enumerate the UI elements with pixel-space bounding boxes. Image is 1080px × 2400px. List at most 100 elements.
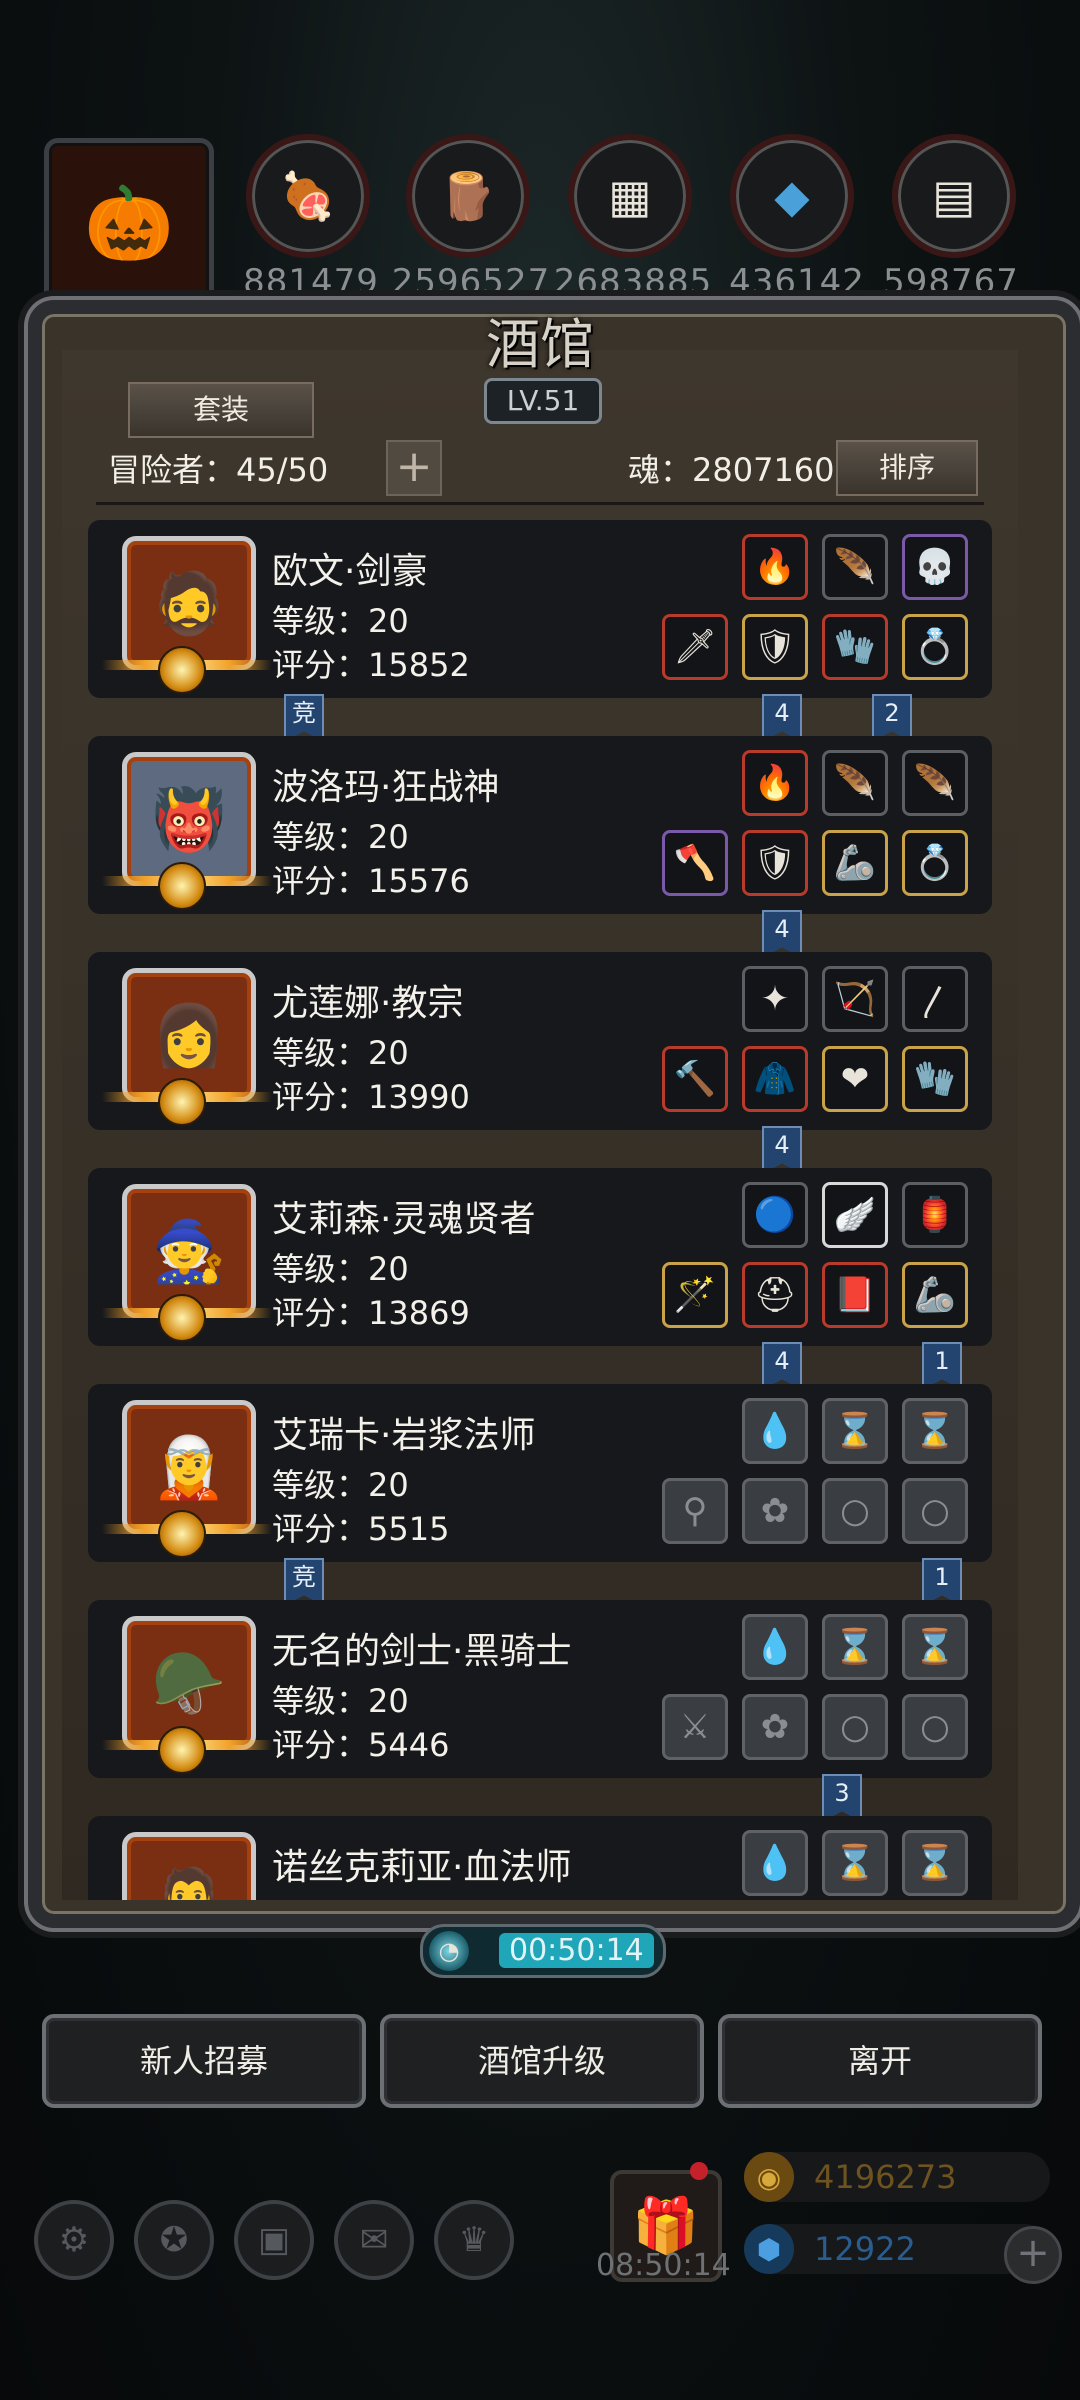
tavern-level-badge: LV.51 <box>484 378 602 424</box>
set-count-ribbon: 4 <box>762 1342 802 1390</box>
compass-icon[interactable]: ✪ <box>134 2200 214 2280</box>
leave-button[interactable]: 离开 <box>718 2014 1042 2108</box>
hammer-icon[interactable]: 🔨 <box>662 1046 728 1112</box>
empty-hourglass-slot-icon[interactable]: ⌛ <box>902 1830 968 1896</box>
hero-list[interactable]: 🧔 欧文·剑豪 等级：20 评分：15852 🔥 🪶 💀 🗡 🛡 🧤 💍 竞 4… <box>88 520 992 1900</box>
gold-value: 4196273 <box>814 2158 957 2196</box>
hero-card[interactable]: 🪖 无名的剑士·黑骑士 等级：20 评分：5446 💧 ⌛ ⌛ ⚔ ✿ ○ ○ <box>88 1600 992 1778</box>
bag-icon[interactable]: ▣ <box>234 2200 314 2280</box>
sword-icon[interactable]: 🗡 <box>662 614 728 680</box>
flame-rune-icon[interactable]: 🔥 <box>742 534 808 600</box>
gold-counter: ◉ 4196273 <box>744 2152 1050 2202</box>
set-count-ribbon: 4 <box>762 694 802 742</box>
feather-icon[interactable]: 🪶 <box>822 534 888 600</box>
gold-coin-icon: ◉ <box>744 2152 794 2202</box>
set-count-ribbon: 1 <box>922 1342 962 1390</box>
empty-armor-slot-icon[interactable]: ✿ <box>742 1694 808 1760</box>
heart-amulet-icon[interactable]: ❤ <box>822 1046 888 1112</box>
hero-name: 诺丝克莉亚·血法师 <box>272 1847 572 1888</box>
armor-icon[interactable]: 🛡 <box>742 614 808 680</box>
hero-score: 评分：5515 <box>272 1510 450 1548</box>
sort-button[interactable]: 排序 <box>836 440 978 496</box>
hero-card[interactable]: 🧙 艾莉森·灵魂贤者 等级：20 评分：13869 🔵 🪽 🏮 🪄 ⛑ 📕 🦾 <box>88 1168 992 1346</box>
tavern-upgrade-button[interactable]: 酒馆升级 <box>380 2014 704 2108</box>
feather-icon[interactable]: 🪶 <box>902 750 968 816</box>
resource-wood: 🪵 <box>406 134 530 258</box>
blue-gem-icon: ⬢ <box>744 2224 794 2274</box>
staff-icon[interactable]: 🪄 <box>662 1262 728 1328</box>
blue-orb-icon[interactable]: 🔵 <box>742 1182 808 1248</box>
soul-counter: 魂：2807160 <box>628 451 835 489</box>
resource-iron-value: 598767 <box>883 262 1019 302</box>
empty-armor-slot-icon[interactable]: ✿ <box>742 1478 808 1544</box>
recruit-button[interactable]: 新人招募 <box>42 2014 366 2108</box>
hero-name: 艾莉森·灵魂贤者 <box>272 1199 536 1240</box>
empty-hourglass-slot-icon[interactable]: ⌛ <box>822 1614 888 1680</box>
gauntlet-icon[interactable]: 🧤 <box>902 1046 968 1112</box>
empty-hourglass-slot-icon[interactable]: ⌛ <box>822 1398 888 1464</box>
rank-gem-icon <box>158 1078 206 1126</box>
green-rune-icon[interactable]: ✦ <box>742 966 808 1032</box>
hero-card[interactable]: 👹 波洛玛·狂战神 等级：20 评分：15576 🔥 🪶 🪶 🪓 🛡 🦾 💍 <box>88 736 992 914</box>
hero-card[interactable]: 👩 尤莲娜·教宗 等级：20 评分：13990 ✦ 🏹 〳 🔨 🧥 ❤ 🧤 <box>88 952 992 1130</box>
empty-hourglass-slot-icon[interactable]: ⌛ <box>822 1830 888 1896</box>
hero-level: 等级：20 <box>272 1466 409 1504</box>
suit-button[interactable]: 套装 <box>128 382 314 438</box>
set-count-ribbon: 1 <box>922 1558 962 1606</box>
player-portrait[interactable]: 🎃 <box>44 138 214 308</box>
rank-gem-icon <box>158 1726 206 1774</box>
empty-rune-slot-icon[interactable]: 💧 <box>742 1398 808 1464</box>
hero-level: 等级：20 <box>272 818 409 856</box>
resource-crystal-value: 436142 <box>729 262 865 302</box>
bow-icon[interactable]: 🏹 <box>822 966 888 1032</box>
trophy-icon[interactable]: ♛ <box>434 2200 514 2280</box>
hero-score: 评分：13990 <box>272 1078 470 1116</box>
blade-icon[interactable]: 〳 <box>902 966 968 1032</box>
empty-ring-slot-icon[interactable]: ○ <box>822 1478 888 1544</box>
tome-icon[interactable]: 📕 <box>822 1262 888 1328</box>
hero-card[interactable]: 🧔 欧文·剑豪 等级：20 评分：15852 🔥 🪶 💀 🗡 🛡 🧤 💍 <box>88 520 992 698</box>
hero-name: 尤莲娜·教宗 <box>272 983 464 1024</box>
gear-icon[interactable]: ⚙ <box>34 2200 114 2280</box>
flame-rune-icon[interactable]: 🔥 <box>742 750 808 816</box>
tavern-timer: ◔ 00:50:14 <box>420 1924 666 1978</box>
bracer-icon[interactable]: 🦾 <box>822 830 888 896</box>
hero-score: 评分：5446 <box>272 1726 450 1764</box>
empty-sword-slot-icon[interactable]: ⚔ <box>662 1694 728 1760</box>
crystal-icon: ◆ <box>730 134 854 258</box>
add-currency-button[interactable]: + <box>1004 2226 1062 2284</box>
feather-icon[interactable]: 🪶 <box>822 750 888 816</box>
ring-icon[interactable]: 💍 <box>902 830 968 896</box>
axe-icon[interactable]: 🪓 <box>662 830 728 896</box>
empty-ring-slot-icon[interactable]: ○ <box>902 1694 968 1760</box>
add-slot-button[interactable]: + <box>386 440 442 496</box>
rank-gem-icon <box>158 1510 206 1558</box>
armor-icon[interactable]: 🛡 <box>742 830 808 896</box>
empty-hourglass-slot-icon[interactable]: ⌛ <box>902 1398 968 1464</box>
resource-iron: ▤ <box>892 134 1016 258</box>
skull-orb-icon[interactable]: 💀 <box>902 534 968 600</box>
hero-name: 无名的剑士·黑骑士 <box>272 1631 572 1672</box>
bracer-icon[interactable]: 🦾 <box>902 1262 968 1328</box>
empty-rune-slot-icon[interactable]: 💧 <box>742 1830 808 1896</box>
clock-icon: ◔ <box>429 1931 469 1971</box>
lantern-icon[interactable]: 🏮 <box>902 1182 968 1248</box>
helmet-icon[interactable]: ⛑ <box>742 1262 808 1328</box>
hero-card[interactable]: 🧛 诺丝克莉亚·血法师 💧 ⌛ ⌛ <box>88 1816 992 1900</box>
hero-level: 等级：20 <box>272 602 409 640</box>
set-count-ribbon: 3 <box>822 1774 862 1822</box>
empty-rune-slot-icon[interactable]: 💧 <box>742 1614 808 1680</box>
mail-icon[interactable]: ✉ <box>334 2200 414 2280</box>
wing-icon[interactable]: 🪽 <box>822 1182 888 1248</box>
empty-hourglass-slot-icon[interactable]: ⌛ <box>902 1614 968 1680</box>
empty-staff-slot-icon[interactable]: ⚲ <box>662 1478 728 1544</box>
stone-icon: ▦ <box>568 134 692 258</box>
glove-icon[interactable]: 🧤 <box>822 614 888 680</box>
ring-icon[interactable]: 💍 <box>902 614 968 680</box>
empty-ring-slot-icon[interactable]: ○ <box>822 1694 888 1760</box>
hero-avatar: 🧛 <box>122 1832 256 1900</box>
empty-ring-slot-icon[interactable]: ○ <box>902 1478 968 1544</box>
robe-icon[interactable]: 🧥 <box>742 1046 808 1112</box>
hero-card[interactable]: 🧝 艾瑞卡·岩浆法师 等级：20 评分：5515 💧 ⌛ ⌛ ⚲ ✿ ○ ○ <box>88 1384 992 1562</box>
gift-timer: 08:50:14 <box>596 2248 731 2283</box>
